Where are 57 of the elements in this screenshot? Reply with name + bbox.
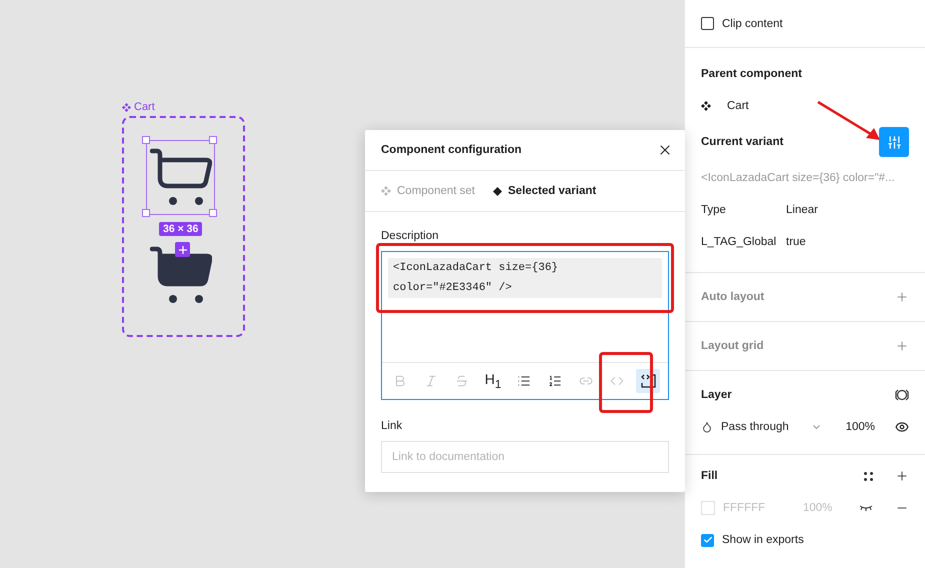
link-input[interactable]: Link to documentation bbox=[381, 441, 669, 473]
resize-handle[interactable] bbox=[142, 209, 150, 217]
field-label: Link bbox=[381, 420, 404, 432]
code-icon bbox=[610, 374, 624, 388]
resize-handle[interactable] bbox=[142, 136, 150, 144]
resize-handle[interactable] bbox=[209, 136, 217, 144]
section-title: Auto layout bbox=[701, 291, 764, 303]
configure-button[interactable] bbox=[879, 127, 909, 157]
section-title: Fill bbox=[701, 470, 718, 482]
tab[interactable]: Selected variant bbox=[493, 185, 596, 197]
property-name: L_TAG_Global bbox=[701, 236, 778, 248]
section-title: Layer bbox=[701, 389, 732, 401]
italic-icon bbox=[424, 374, 438, 388]
add-icon[interactable] bbox=[895, 469, 909, 483]
component-icon bbox=[381, 186, 391, 196]
parent-component-name[interactable]: Cart bbox=[727, 100, 749, 112]
resize-handle[interactable] bbox=[209, 209, 217, 217]
arrow-annotation bbox=[816, 100, 882, 142]
checkbox-label: Show in exports bbox=[722, 534, 804, 546]
cart-outline-icon bbox=[150, 148, 212, 206]
blend-mode-dropdown[interactable]: Pass through bbox=[721, 421, 829, 433]
highlight-box bbox=[599, 352, 653, 413]
property-name: Type bbox=[701, 204, 727, 216]
hidden-icon[interactable] bbox=[859, 505, 873, 511]
section-title: Current variant bbox=[701, 136, 784, 148]
numbered-list-icon bbox=[548, 374, 562, 388]
chevron-down-icon[interactable] bbox=[813, 425, 820, 429]
property-value[interactable]: true bbox=[786, 236, 806, 248]
heading-button[interactable]: H$_{1}$ bbox=[481, 369, 505, 393]
property-value[interactable]: Linear bbox=[786, 204, 818, 216]
component-icon bbox=[122, 102, 131, 112]
component-icon bbox=[701, 101, 711, 111]
variant-description: <IconLazadaCart size={36} color="#... bbox=[701, 172, 895, 184]
layer-options-icon[interactable] bbox=[895, 388, 909, 402]
visibility-icon[interactable] bbox=[895, 420, 909, 434]
frame-label[interactable]: Cart bbox=[122, 101, 155, 113]
code-block-icon bbox=[640, 374, 656, 388]
sliders-icon bbox=[886, 134, 902, 150]
dialog-title: Component configuration bbox=[381, 144, 522, 156]
blend-icon bbox=[701, 421, 713, 433]
code-block: <IconLazadaCart size={36} color="#2E3346" /> bbox=[388, 258, 662, 298]
field-label: Description bbox=[381, 230, 440, 242]
checkbox-label: Clip content bbox=[722, 18, 783, 30]
styles-icon[interactable] bbox=[864, 472, 873, 480]
checkbox[interactable] bbox=[701, 17, 714, 30]
section-title: Layout grid bbox=[701, 340, 764, 352]
strikethrough-icon bbox=[455, 374, 469, 388]
diamond-icon bbox=[493, 186, 502, 196]
description-editor[interactable]: <IconLazadaCart size={36} color="#2E3346" /> H$_{1}$ bbox=[381, 251, 669, 400]
checkbox[interactable] bbox=[701, 534, 714, 546]
opacity-value[interactable]: 100% bbox=[846, 421, 875, 433]
section-title: Parent component bbox=[701, 68, 802, 80]
add-variant-button[interactable] bbox=[175, 242, 190, 257]
color-swatch[interactable] bbox=[701, 501, 715, 515]
bold-icon bbox=[393, 374, 407, 388]
size-badge: 36 × 36 bbox=[159, 222, 202, 236]
cart-filled-icon bbox=[150, 246, 212, 304]
